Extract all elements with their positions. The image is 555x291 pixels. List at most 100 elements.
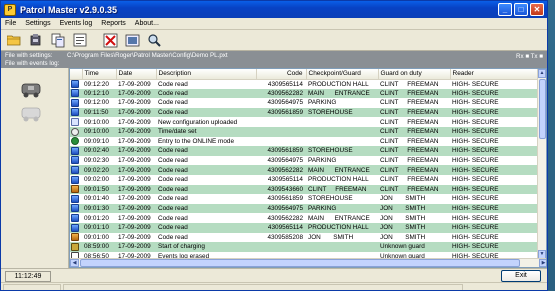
cell-icon	[70, 203, 82, 214]
horizontal-scrollbar[interactable]: ◀ ▶	[70, 258, 546, 267]
events-table: Time Date Description Code Checkpoint/Gu…	[69, 68, 547, 268]
report-icon[interactable]	[123, 32, 141, 49]
scroll-right-icon[interactable]: ▶	[539, 259, 546, 267]
events-icon[interactable]	[71, 32, 89, 49]
cell-guard: CLINT FREEMAN	[380, 118, 439, 126]
device-pane	[1, 68, 69, 268]
table-row[interactable]: 09:12:10 17-09-2009 Code read 4309562282 MAI…	[70, 88, 540, 99]
table-row[interactable]: 09:11:50 17-09-2009 Code read 4309561859 STO…	[70, 107, 540, 118]
cell-reader: HIGH- SECURE	[452, 176, 499, 184]
cell-icon	[70, 213, 82, 223]
status-cell	[63, 284, 463, 290]
cell-icon	[70, 137, 82, 147]
col-guard[interactable]: Guard on duty	[378, 69, 451, 80]
col-code[interactable]: Code	[256, 69, 307, 80]
vertical-scroll-thumb[interactable]	[539, 79, 546, 139]
menu-about[interactable]: About...	[135, 20, 159, 27]
cell-guard: CLINT FREEMAN	[380, 137, 439, 145]
table-row[interactable]: 09:02:40 17-09-2009 Code read 4309561859 STO…	[70, 146, 540, 156]
cell-reader: HIGH- SECURE	[450, 146, 540, 156]
cell-icon	[70, 222, 82, 233]
title-bar[interactable]: P Patrol Master v2.9.0.35 _ □ ✕	[1, 1, 547, 18]
clock-display: 11:12:49	[5, 271, 51, 282]
exit-button[interactable]: Exit	[501, 270, 541, 282]
cell-reader: HIGH- SECURE	[452, 99, 499, 107]
maximize-button[interactable]: □	[514, 3, 528, 16]
cell-checkpoint: MAIN ENTRANCE	[306, 88, 378, 99]
col-date[interactable]: Date	[116, 69, 157, 80]
code-read-icon	[71, 146, 79, 155]
table-row[interactable]: 09:10:00 17-09-2009 New configuration uplo…	[70, 117, 540, 127]
cell-reader: HIGH- SECURE	[450, 222, 540, 233]
cell-code	[256, 126, 306, 137]
cell-icon	[70, 117, 82, 127]
table-row[interactable]: 09:01:00 17-09-2009 Code read 4309585208 JON…	[70, 233, 540, 243]
table-row[interactable]: 09:10:00 17-09-2009 Time/date set CLINT FRE…	[70, 126, 540, 137]
menu-bar: File Settings Events log Reports About..…	[1, 18, 547, 30]
scroll-left-icon[interactable]: ◀	[70, 259, 79, 267]
table-row[interactable]: 09:02:30 17-09-2009 Code read 4309564975 PAR…	[70, 156, 540, 166]
cell-code: 4309562282	[256, 88, 306, 99]
cell-code: 4309561859	[267, 195, 303, 203]
menu-settings[interactable]: Settings	[25, 20, 50, 27]
guard-icon	[71, 233, 79, 242]
table-row[interactable]: 09:02:00 17-09-2009 Code read 4309565114 PRO…	[70, 175, 540, 185]
cell-time: 09:10:00	[84, 118, 109, 126]
cell-reader: HIGH- SECURE	[450, 203, 540, 214]
minimize-button[interactable]: _	[498, 3, 512, 16]
cell-checkpoint: JON SMITH	[308, 233, 354, 241]
cell-time: 09:02:40	[82, 146, 116, 156]
reader-icon[interactable]	[27, 32, 45, 49]
cell-time: 09:01:00	[84, 233, 109, 241]
open-folder-icon[interactable]	[5, 32, 23, 49]
search-icon[interactable]	[145, 32, 163, 49]
cell-date: 17-09-2009	[118, 233, 151, 241]
cell-time: 09:12:10	[82, 88, 116, 99]
table-row[interactable]: 08:59:00 17-09-2009 Start of charging Unkno…	[70, 242, 540, 252]
reader-device-icon[interactable]	[19, 82, 43, 98]
cell-code	[256, 117, 306, 127]
cell-reader: HIGH- SECURE	[452, 195, 499, 203]
table-row[interactable]: 09:01:10 17-09-2009 Code read 4309565114 PRO…	[70, 222, 540, 233]
col-description[interactable]: Description	[156, 69, 257, 80]
col-checkpoint[interactable]: Checkpoint/Guard	[306, 69, 379, 80]
cell-checkpoint	[306, 126, 378, 137]
cell-time: 09:01:50	[82, 184, 116, 195]
scroll-up-icon[interactable]: ▲	[538, 69, 546, 78]
copy-icon[interactable]	[49, 32, 67, 49]
cell-code: 4309562282	[256, 165, 306, 175]
cell-guard: CLINT FREEMAN	[378, 126, 450, 137]
cell-description: Code read	[158, 157, 188, 165]
vertical-scrollbar[interactable]: ▲ ▼	[537, 69, 546, 259]
code-read-icon	[71, 156, 79, 165]
table-row[interactable]: 09:12:00 17-09-2009 Code read 4309564975 PAR…	[70, 98, 540, 108]
cell-checkpoint: CLINT FREEMAN	[306, 184, 378, 195]
table-row[interactable]: 09:01:20 17-09-2009 Code read 4309562282 MAI…	[70, 213, 540, 223]
table-row[interactable]: 09:01:30 17-09-2009 Code read 4309564975 PAR…	[70, 203, 540, 214]
col-time[interactable]: Time	[82, 69, 117, 80]
code-read-icon	[71, 108, 79, 117]
menu-events-log[interactable]: Events log	[60, 20, 93, 27]
table-row[interactable]: 09:12:20 17-09-2009 Code read 4309565114 PRO…	[70, 79, 540, 89]
close-button[interactable]: ✕	[530, 3, 544, 16]
menu-reports[interactable]: Reports	[101, 20, 126, 27]
horizontal-scroll-thumb[interactable]	[80, 259, 520, 267]
col-reader[interactable]: Reader	[450, 69, 541, 80]
cell-icon	[70, 98, 82, 108]
cell-description: Code read	[158, 195, 188, 203]
menu-file[interactable]: File	[5, 20, 16, 27]
cell-reader: HIGH- SECURE	[450, 165, 540, 175]
delete-icon[interactable]	[101, 32, 119, 49]
code-read-icon	[71, 213, 79, 222]
cell-date: 17-09-2009	[118, 80, 151, 88]
reader-device-disabled-icon[interactable]	[19, 106, 43, 122]
cell-description: New configuration uploaded	[158, 118, 238, 126]
cell-code	[256, 137, 306, 147]
col-icon[interactable]	[70, 69, 83, 80]
cell-date: 17-09-2009	[116, 146, 156, 156]
table-row[interactable]: 09:01:50 17-09-2009 Code read 4309543660 CLI…	[70, 184, 540, 195]
cell-guard: CLINT FREEMAN	[378, 184, 450, 195]
table-row[interactable]: 09:01:40 17-09-2009 Code read 4309561859 STO…	[70, 194, 540, 204]
table-row[interactable]: 09:09:10 17-09-2009 Entry to the ONLINE mo…	[70, 137, 540, 147]
table-row[interactable]: 09:02:20 17-09-2009 Code read 4309562282 MAI…	[70, 165, 540, 175]
